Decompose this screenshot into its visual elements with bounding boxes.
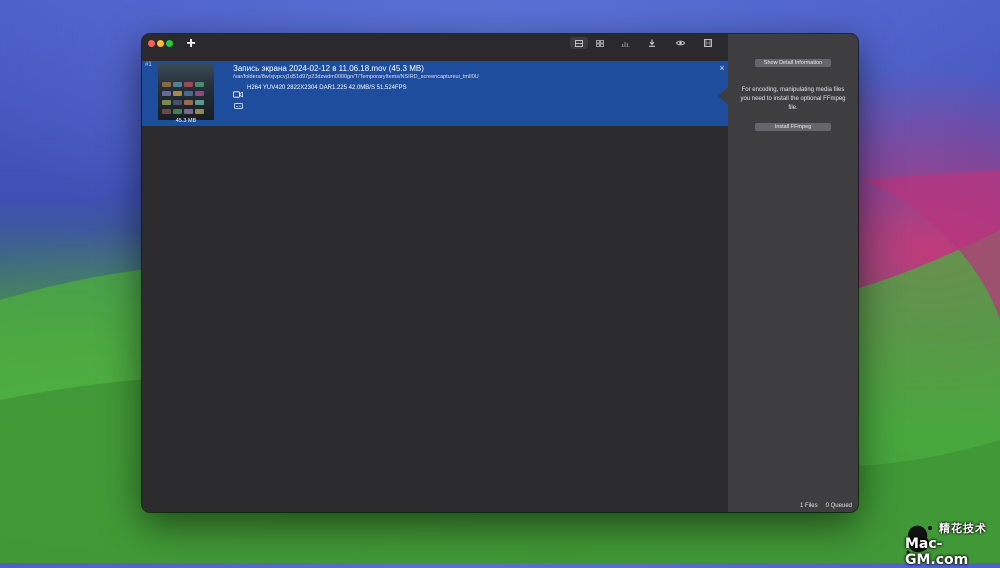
minimize-window-button[interactable] — [157, 40, 164, 47]
file-row[interactable]: #1 45.3 MB Запись экрана 2024-02-12 в 11… — [142, 61, 728, 126]
add-file-button[interactable]: + — [184, 35, 198, 53]
watermark-chinese-text: 精花技术 — [939, 522, 987, 535]
detail-side-panel: Show Detail Information For encoding, ma… — [728, 34, 858, 512]
video-stream-info: H264 YUV420 2822X2304 DAR1.225 42.0MB/S … — [247, 85, 407, 91]
thumbnail-size-label: 45.3 MB — [175, 118, 197, 124]
grid-view-icon[interactable] — [591, 37, 609, 49]
chart-icon[interactable] — [616, 37, 634, 49]
ffmpeg-message: For encoding, manipulating media files y… — [740, 87, 846, 111]
watermark-site-text: Mac-GM.com — [905, 536, 969, 568]
watermark: 精花技术 Mac-GM.com — [905, 520, 995, 568]
show-detail-button[interactable]: Show Detail Information — [755, 59, 831, 67]
install-ffmpeg-button[interactable]: Install FFmpeg — [755, 123, 831, 131]
files-count: 1 Files — [799, 503, 818, 509]
queued-count: 0 Queued — [825, 503, 852, 509]
file-title: Запись экрана 2024-02-12 в 11.06.18.mov … — [233, 64, 424, 73]
file-list-pane: + #1 45.3 MB Запись экрана 2024-02-12 в … — [142, 34, 728, 512]
selection-arrow — [718, 87, 728, 105]
remove-file-button[interactable]: × — [717, 63, 727, 73]
file-path: /var/folders/8w/sjvpcvj1d51d97p23dzwdm00… — [233, 74, 479, 80]
download-icon[interactable] — [643, 37, 661, 49]
list-view-icon[interactable] — [570, 37, 588, 49]
subtitle-icon[interactable] — [234, 96, 243, 114]
eye-icon[interactable] — [671, 37, 689, 49]
title-bar: + — [142, 34, 728, 60]
film-icon[interactable] — [699, 37, 717, 49]
app-window: + #1 45.3 MB Запись экрана 2024-02-12 в … — [142, 34, 858, 512]
video-thumbnail[interactable] — [158, 64, 214, 120]
close-window-button[interactable] — [148, 40, 155, 47]
row-index: #1 — [145, 62, 152, 68]
zoom-window-button[interactable] — [166, 40, 173, 47]
status-bar: 1 Files 0 Queued — [800, 503, 852, 509]
